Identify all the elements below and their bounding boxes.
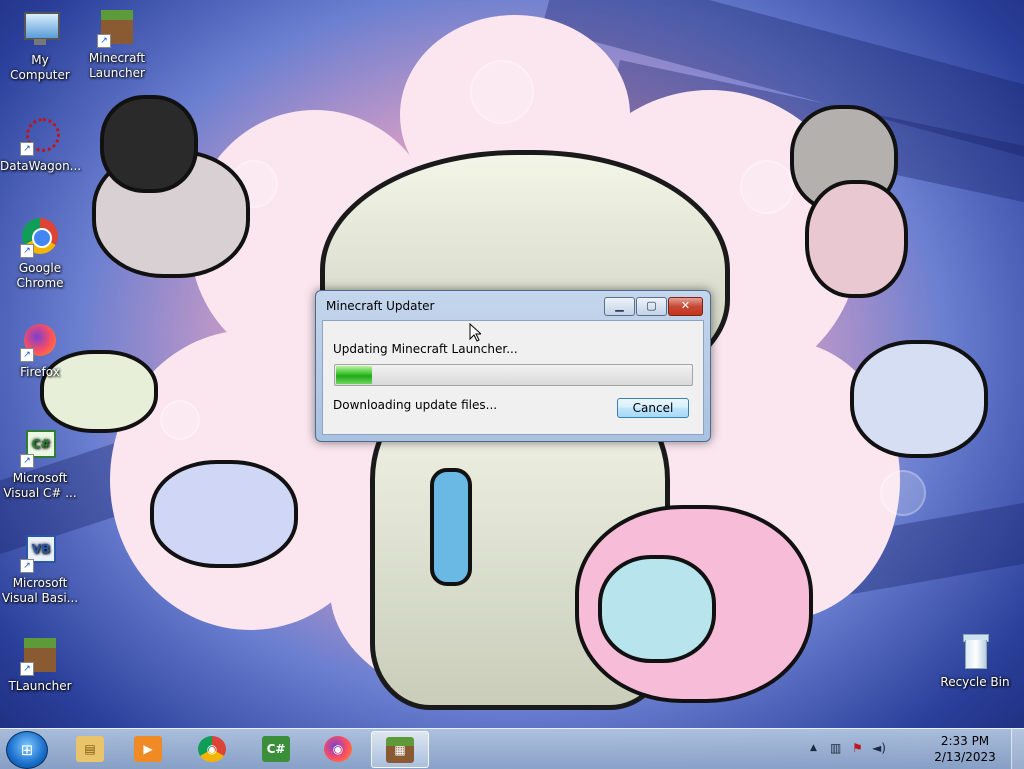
- firefox-icon: ◉: [324, 736, 352, 762]
- visual-csharp-icon: C# ↗: [20, 428, 60, 468]
- shortcut-arrow-icon: ↗: [20, 244, 34, 258]
- taskbar: ⊞ ▤ ▶ ◉ C# ◉ ▦ ▲ ▥ ⚑ ◄) 2:33 PM 2/13/202…: [0, 728, 1024, 769]
- taskbar-item-firefox[interactable]: ◉: [310, 731, 366, 766]
- desktop-icon-recycle-bin[interactable]: Recycle Bin: [935, 632, 1015, 690]
- taskbar-item-media-player[interactable]: ▶: [120, 731, 176, 766]
- desktop-icon-tlauncher[interactable]: ↗ TLauncher: [0, 636, 80, 694]
- shortcut-arrow-icon: ↗: [97, 34, 111, 48]
- cancel-button[interactable]: Cancel: [617, 398, 689, 418]
- action-center-icon[interactable]: ⚑: [852, 741, 863, 755]
- dialog-message: Updating Minecraft Launcher...: [333, 342, 518, 356]
- minimize-icon: ▁: [615, 299, 624, 312]
- minecraft-grass-block-icon: ↗: [20, 636, 60, 676]
- mouse-cursor-icon: [469, 323, 481, 342]
- shortcut-arrow-icon: ↗: [20, 348, 34, 362]
- maximize-icon: ▢: [646, 299, 657, 312]
- show-hidden-icons-icon[interactable]: ▲: [810, 743, 817, 753]
- visual-basic-icon: VB ↗: [20, 533, 60, 573]
- desktop-icon-visual-csharp[interactable]: C# ↗ Microsoft Visual C# ...: [0, 428, 80, 501]
- desktop-icon-firefox[interactable]: ↗ Firefox: [0, 322, 80, 380]
- clock-date: 2/13/2023: [934, 750, 996, 764]
- update-progress-bar: [334, 364, 693, 386]
- dialog-title: Minecraft Updater: [326, 299, 435, 313]
- desktop-icon-visual-basic[interactable]: VB ↗ Microsoft Visual Basi...: [0, 533, 80, 606]
- windows-explorer-icon: ▤: [76, 736, 104, 762]
- computer-icon: [20, 10, 60, 50]
- close-button[interactable]: ✕: [668, 297, 703, 316]
- taskbar-item-windows-explorer[interactable]: ▤: [62, 731, 118, 766]
- minecraft-grass-block-icon: ↗: [97, 8, 137, 48]
- clock-time: 2:33 PM: [940, 734, 990, 748]
- firefox-icon: ↗: [20, 322, 60, 362]
- desktop-icon-minecraft-launcher[interactable]: ↗ Minecraft Launcher: [77, 8, 157, 81]
- desktop-icon-google-chrome[interactable]: ↗ Google Chrome: [0, 218, 80, 291]
- media-player-icon: ▶: [134, 736, 162, 762]
- dialog-status: Downloading update files...: [333, 398, 498, 412]
- shortcut-arrow-icon: ↗: [20, 454, 34, 468]
- show-desktop-button[interactable]: [1011, 729, 1024, 769]
- windows-logo-icon: ⊞: [20, 741, 34, 759]
- clock[interactable]: 2:33 PM 2/13/2023: [920, 733, 1010, 765]
- close-icon: ✕: [680, 299, 691, 312]
- taskbar-item-visual-csharp[interactable]: C#: [248, 731, 304, 766]
- volume-icon[interactable]: ◄): [872, 741, 886, 755]
- maximize-button[interactable]: ▢: [636, 297, 667, 316]
- chrome-icon: ◉: [198, 736, 226, 762]
- minimize-button[interactable]: ▁: [604, 297, 635, 316]
- shortcut-arrow-icon: ↗: [20, 662, 34, 676]
- desktop-icon-datawagon[interactable]: ↗ DataWagon...: [0, 116, 81, 174]
- desktop-icon-my-computer[interactable]: My Computer: [0, 10, 80, 83]
- recycle-bin-icon: [955, 632, 995, 672]
- datawagon-icon: ↗: [20, 116, 60, 156]
- minecraft-grass-block-icon: ▦: [386, 737, 414, 763]
- taskbar-item-chrome[interactable]: ◉: [184, 731, 240, 766]
- progress-fill: [336, 366, 372, 384]
- start-button[interactable]: ⊞: [6, 731, 48, 769]
- taskbar-item-minecraft-updater[interactable]: ▦: [371, 731, 429, 768]
- network-icon[interactable]: ▥: [830, 741, 841, 755]
- dialog-body: Updating Minecraft Launcher... Downloadi…: [322, 320, 704, 435]
- chrome-icon: ↗: [20, 218, 60, 258]
- dialog-titlebar[interactable]: Minecraft Updater ▁ ▢ ✕: [316, 291, 710, 321]
- minecraft-updater-dialog: Minecraft Updater ▁ ▢ ✕ Updating Minecra…: [315, 290, 711, 442]
- visual-csharp-icon: C#: [262, 736, 290, 762]
- shortcut-arrow-icon: ↗: [20, 142, 34, 156]
- shortcut-arrow-icon: ↗: [20, 559, 34, 573]
